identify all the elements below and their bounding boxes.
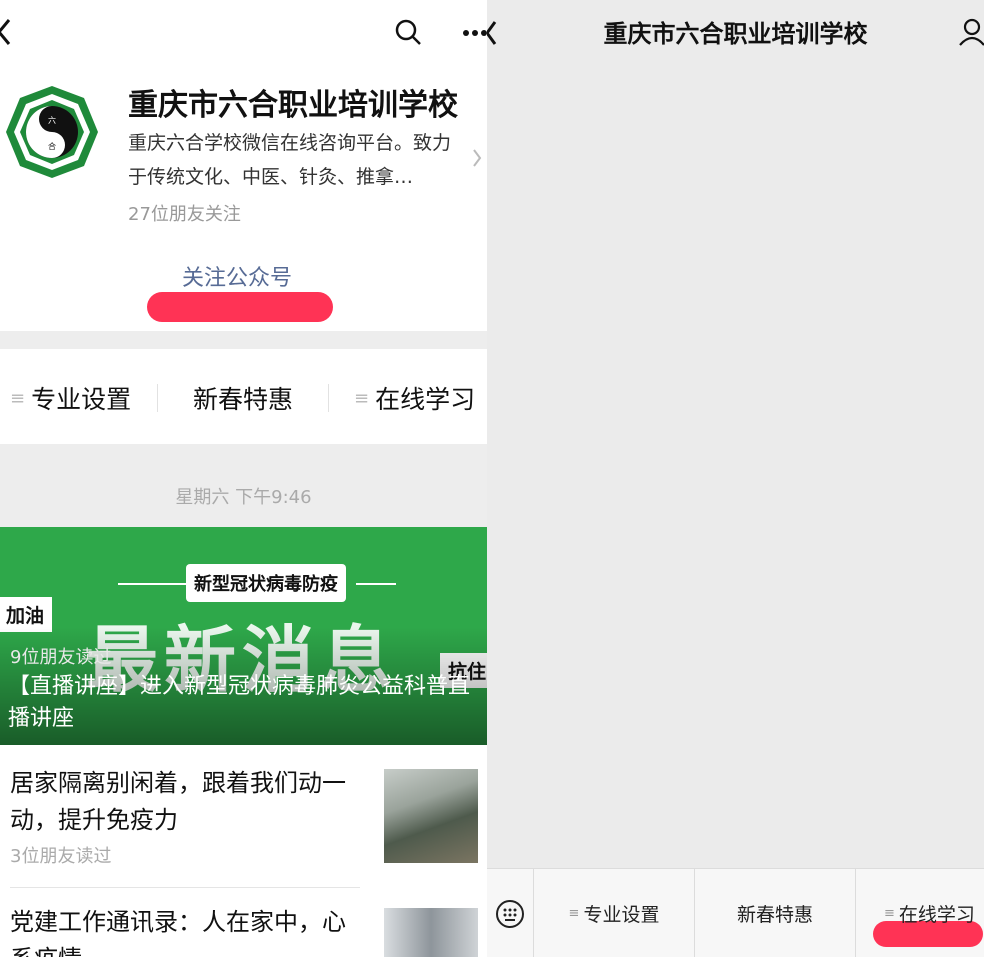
banner-line <box>356 583 396 585</box>
menu-item-spring-offer[interactable]: 新春特惠 <box>695 869 855 957</box>
banner-readers: 9位朋友读过 <box>10 647 112 668</box>
menu-label: 新春特惠 <box>736 904 813 926</box>
menu-list-icon: ≡ <box>354 387 370 409</box>
article-readers: 3位朋友读过 <box>10 846 112 867</box>
banner-article-title: 【直播讲座】进入新型冠状病毒肺炎公益科普直播讲座 <box>8 674 471 731</box>
menu-item-online-learning[interactable]: ≡ 在线学习 <box>354 380 475 416</box>
menu-divider <box>328 384 329 412</box>
highlight-stroke <box>147 292 333 322</box>
featured-article-card[interactable]: 新型冠状病毒防疫 加油 抗住 最新消息 9位朋友读过 【直播讲座】进入新型冠状病… <box>0 527 487 745</box>
menu-item-major-settings[interactable]: ≡ 专业设置 <box>10 380 131 416</box>
more-icon[interactable] <box>460 18 487 48</box>
list-item[interactable]: 党建工作通讯录：人在家中，心系疫情 <box>0 888 487 957</box>
chevron-right-icon[interactable] <box>470 146 484 170</box>
chat-panel: 重庆市六合职业培训学校 ≡ 专业设置 新春特惠 ≡ 在线学习 <box>487 0 984 957</box>
search-icon[interactable] <box>392 16 424 48</box>
custom-menu-bar: ≡ 专业设置 新春特惠 ≡ 在线学习 <box>487 868 984 957</box>
menu-list-icon: ≡ <box>10 387 26 409</box>
article-title: 党建工作通讯录：人在家中，心系疫情 <box>10 908 346 957</box>
menu-list-icon: ≡ <box>568 906 580 921</box>
menu-label: 专业设置 <box>31 385 132 414</box>
menu-item-spring-offer[interactable]: 新春特惠 <box>193 380 293 416</box>
profile-icon[interactable] <box>957 16 984 48</box>
menu-label: 专业设置 <box>583 904 660 926</box>
keyboard-icon[interactable] <box>487 869 533 957</box>
friends-following-count: 27位朋友关注 <box>128 204 241 225</box>
message-timestamp: 星期六 下午9:46 <box>175 487 312 508</box>
account-description[interactable]: 重庆六合学校微信在线咨询平台。致力于传统文化、中医、针灸、推拿… <box>128 126 468 194</box>
back-icon[interactable] <box>0 14 14 50</box>
menu-list-icon: ≡ <box>884 906 895 921</box>
account-logo: 六 合 <box>4 84 100 180</box>
menu-label: 在线学习 <box>375 385 476 414</box>
menu-label: 新春特惠 <box>193 385 294 414</box>
menu-item-major-settings[interactable]: ≡ 专业设置 <box>534 869 694 957</box>
article-thumbnail <box>384 908 478 957</box>
article-title: 居家隔离别闲着，跟着我们动一动，提升免疫力 <box>10 769 346 834</box>
banner-line <box>118 583 188 585</box>
list-item[interactable]: 居家隔离别闲着，跟着我们动一动，提升免疫力 3位朋友读过 <box>0 745 487 887</box>
chat-title: 重庆市六合职业培训学校 <box>603 20 868 48</box>
banner-tag: 新型冠状病毒防疫 <box>186 564 346 602</box>
follow-account-button[interactable]: 关注公众号 <box>182 260 292 292</box>
account-name: 重庆市六合职业培训学校 <box>128 88 458 123</box>
section-divider <box>0 331 487 349</box>
menu-divider <box>157 384 158 412</box>
account-profile-panel: 六 合 重庆市六合职业培训学校 重庆六合学校微信在线咨询平台。致力于传统文化、中… <box>0 0 487 957</box>
menu-item-online-learning[interactable]: ≡ 在线学习 <box>856 869 984 957</box>
logo-char-1: 六 <box>48 115 56 125</box>
menu-label: 在线学习 <box>898 904 975 926</box>
logo-char-2: 合 <box>48 141 56 151</box>
article-thumbnail <box>384 769 478 863</box>
